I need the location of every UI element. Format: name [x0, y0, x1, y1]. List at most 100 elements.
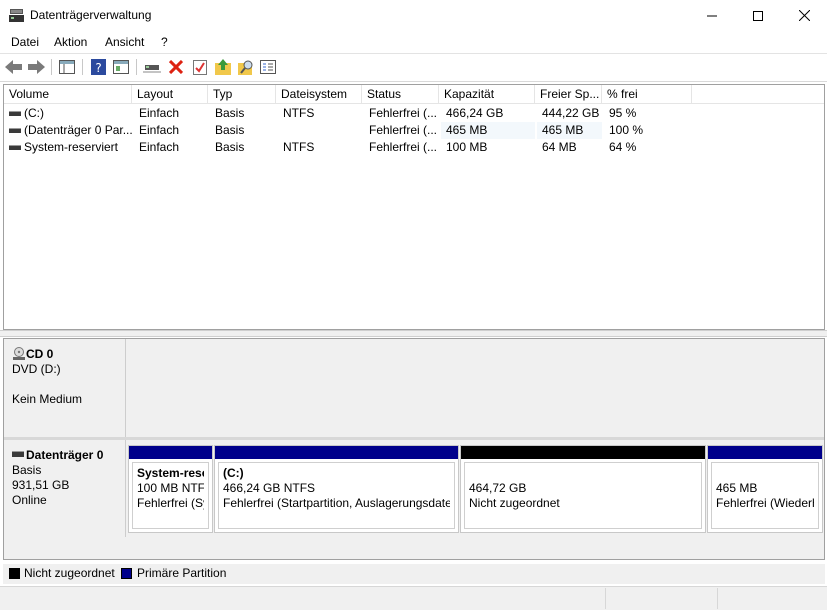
table-row[interactable]: (C:) Einfach Basis NTFS Fehlerfrei (... … [4, 105, 824, 122]
partition-size: 464,72 GB [469, 481, 527, 495]
col-header-freier-speicher[interactable]: Freier Sp... [535, 85, 602, 103]
cell-layout: Einfach [139, 123, 180, 137]
check-button[interactable] [190, 57, 210, 77]
menu-help[interactable]: ? [161, 35, 168, 49]
pane-splitter[interactable] [0, 330, 827, 337]
menu-ansicht[interactable]: Ansicht [105, 35, 144, 49]
col-header-dateisystem[interactable]: Dateisystem [276, 85, 362, 103]
partition-name [469, 466, 697, 481]
partition-size: 466,24 GB NTFS [223, 481, 316, 495]
maximize-button[interactable] [735, 0, 781, 31]
toolbar-divider [0, 81, 827, 82]
check-icon [193, 59, 207, 75]
forward-button[interactable] [27, 57, 47, 77]
menu-bar: Datei Aktion Ansicht ? [0, 32, 827, 53]
help-icon: ? [90, 59, 106, 75]
partition-status: Nicht zugeordnet [469, 496, 560, 510]
cell-typ: Basis [215, 106, 245, 120]
table-row[interactable]: (Datenträger 0 Par... Einfach Basis Fehl… [4, 122, 824, 139]
cd-media-status: Kein Medium [12, 392, 83, 406]
partition-unallocated[interactable]: 464,72 GB Nicht zugeordnet [460, 445, 706, 533]
cell-volume: (Datenträger 0 Par... [24, 123, 132, 137]
disk-graphical-view: CD 0 DVD (D:) Kein Medium Datenträger 0 … [3, 338, 825, 560]
cd-empty-area [126, 339, 824, 437]
cell-prozent-frei: 100 % [609, 123, 644, 137]
connect-drive-icon [143, 65, 161, 73]
connect-drive-button[interactable] [142, 57, 162, 77]
minimize-button[interactable] [689, 0, 735, 31]
menu-aktion[interactable]: Aktion [54, 35, 87, 49]
cell-volume: (C:) [24, 106, 44, 120]
cell-dateisystem: NTFS [283, 140, 315, 154]
partition-bar-unallocated [461, 446, 705, 459]
partition-status: Fehlerfrei (Sys [137, 496, 204, 510]
cell-layout: Einfach [139, 106, 180, 120]
disk-label-cd0[interactable]: CD 0 DVD (D:) Kein Medium [4, 339, 126, 437]
col-header-layout[interactable]: Layout [132, 85, 208, 103]
disk-management-app-icon [9, 9, 24, 22]
col-header-kapazitaet[interactable]: Kapazität [439, 85, 535, 103]
col-header-typ[interactable]: Typ [208, 85, 276, 103]
partition-size: 465 MB [716, 481, 758, 495]
cd-type: DVD (D:) [12, 362, 61, 376]
disk0-type: Basis [12, 463, 42, 477]
table-row[interactable]: System-reserviert Einfach Basis NTFS Feh… [4, 139, 824, 156]
properties-icon [113, 60, 129, 74]
partition-system-reserved[interactable]: System-rese 100 MB NTFS Fehlerfrei (Sys [128, 445, 213, 533]
partition-status: Fehlerfrei (Wiederh [716, 496, 814, 510]
console-tree-button[interactable] [57, 57, 77, 77]
cell-typ: Basis [215, 123, 245, 137]
help-button[interactable]: ? [88, 57, 108, 77]
partition-name: (C:) [223, 466, 244, 480]
cd-drive-icon [13, 347, 25, 360]
legend: Nicht zugeordnet Primäre Partition [3, 564, 825, 584]
close-button[interactable] [781, 0, 827, 31]
partition-bar-primary [129, 446, 212, 459]
partition-status: Fehlerfrei (Startpartition, Auslagerungs… [223, 496, 450, 510]
back-button[interactable] [4, 57, 24, 77]
partition-details: (C:) 466,24 GB NTFS Fehlerfrei (Startpar… [218, 462, 455, 529]
toolbar-separator [136, 59, 137, 75]
cell-freier-speicher: 64 MB [542, 140, 577, 154]
cell-status: Fehlerfrei (... [369, 140, 438, 154]
legend-swatch-primary [121, 568, 132, 579]
col-header-prozent-frei[interactable]: % frei [602, 85, 692, 103]
partition-details: System-rese 100 MB NTFS Fehlerfrei (Sys [132, 462, 209, 529]
properties-button[interactable] [111, 57, 131, 77]
disk0-name: Datenträger 0 [26, 448, 104, 462]
delete-button[interactable] [166, 57, 186, 77]
search-button[interactable] [236, 57, 256, 77]
search-icon [238, 60, 253, 75]
toolbar: ? [0, 54, 827, 80]
col-header-volume[interactable]: Volume [4, 85, 132, 103]
import-button[interactable] [213, 57, 233, 77]
forward-icon [28, 60, 45, 74]
menu-datei[interactable]: Datei [11, 35, 39, 49]
legend-label-unallocated: Nicht zugeordnet [24, 566, 115, 580]
partition-size: 100 MB NTFS [137, 481, 204, 495]
cell-status: Fehlerfrei (... [369, 123, 438, 137]
partition-c[interactable]: (C:) 466,24 GB NTFS Fehlerfrei (Startpar… [214, 445, 459, 533]
cd-name: CD 0 [26, 347, 54, 361]
partition-name: System-rese [137, 466, 204, 480]
hard-disk-icon [12, 451, 24, 457]
partition-bar-primary [708, 446, 822, 459]
settings-icon [260, 60, 276, 74]
partition-details: 465 MB Fehlerfrei (Wiederh [711, 462, 819, 529]
status-bar [0, 586, 827, 610]
legend-swatch-unallocated [9, 568, 20, 579]
col-header-status[interactable]: Status [362, 85, 439, 103]
settings-button[interactable] [258, 57, 278, 77]
disk-row-divider [4, 437, 824, 440]
cell-dateisystem [278, 122, 362, 139]
cell-volume: System-reserviert [24, 140, 119, 154]
cell-prozent-frei: 95 % [609, 106, 637, 120]
disk-label-disk0[interactable]: Datenträger 0 Basis 931,51 GB Online [4, 440, 126, 537]
console-tree-icon [59, 60, 75, 74]
title-bar: Datenträgerverwaltung [0, 0, 827, 31]
status-bar-pane [605, 588, 717, 609]
cell-dateisystem: NTFS [283, 106, 315, 120]
partition-recovery[interactable]: 465 MB Fehlerfrei (Wiederh [707, 445, 823, 533]
header-divider [4, 103, 824, 104]
cell-layout: Einfach [139, 140, 180, 154]
